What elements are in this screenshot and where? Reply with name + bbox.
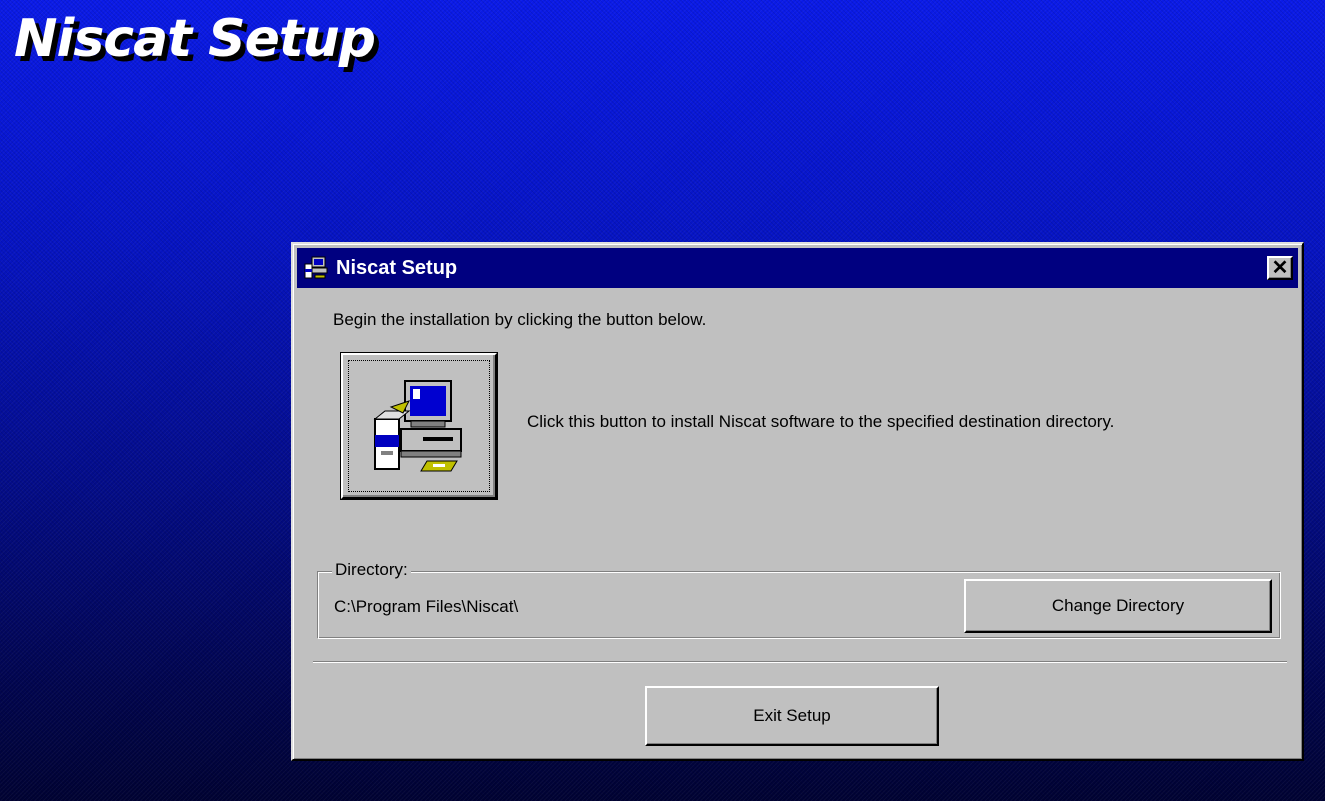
separator-line (313, 661, 1287, 663)
setup-computer-icon (373, 380, 462, 472)
install-description: Click this button to install Niscat soft… (527, 412, 1115, 431)
dialog-title: Niscat Setup (336, 256, 458, 279)
close-icon: ✕ (1271, 257, 1289, 279)
exit-setup-label: Exit Setup (753, 706, 831, 725)
dialog-titlebar[interactable]: Niscat Setup ✕ (297, 248, 1298, 288)
directory-groupbox: Directory: C:\Program Files\Niscat\ Chan… (317, 560, 1281, 639)
change-directory-label: Change Directory (1051, 596, 1185, 615)
instruction-text: Begin the installation by clicking the b… (333, 310, 707, 329)
setup-dialog: Niscat Setup ✕ Begin the installation by… (291, 242, 1304, 761)
setup-app-icon (303, 255, 329, 281)
install-button[interactable] (341, 353, 497, 499)
directory-label: Directory: (332, 560, 411, 580)
change-directory-button[interactable]: Change Directory (964, 579, 1272, 633)
close-button[interactable]: ✕ (1267, 256, 1293, 280)
background-title: Niscat Setup (14, 9, 376, 69)
directory-path: C:\Program Files\Niscat\ (334, 597, 519, 616)
exit-setup-button[interactable]: Exit Setup (645, 686, 939, 746)
